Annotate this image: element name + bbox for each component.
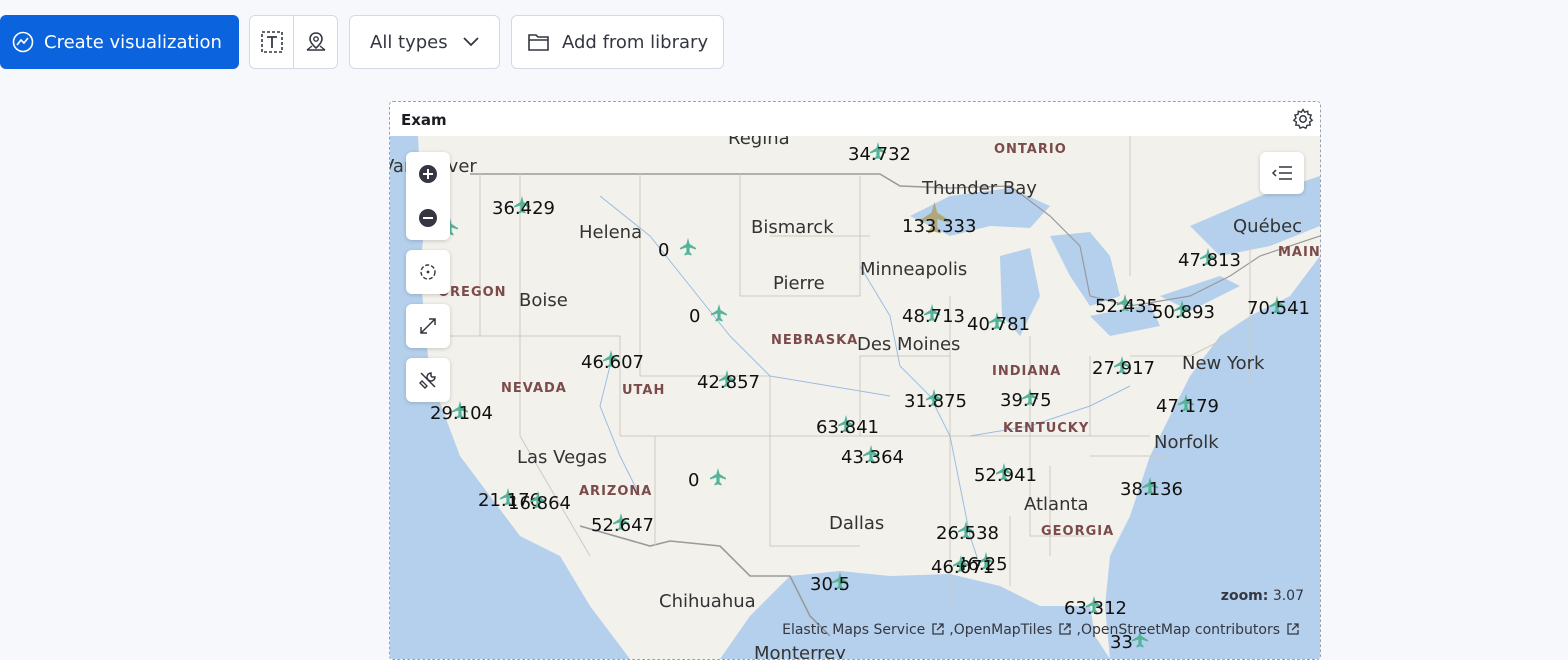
marker-value: 46.607 (581, 352, 644, 373)
city-label: New York (1182, 353, 1265, 374)
external-link-icon (931, 622, 945, 636)
add-from-library-label: Add from library (562, 31, 709, 53)
map-pin-icon[interactable] (293, 16, 337, 68)
folder-icon (528, 32, 550, 52)
marker-value: 0 (689, 306, 701, 327)
marker-value: 26.538 (936, 523, 999, 544)
crosshair-icon (406, 250, 450, 294)
legend-toggle-button[interactable] (1260, 152, 1304, 194)
city-label: Dallas (829, 513, 885, 534)
state-label: GEORGIA (1041, 524, 1115, 539)
city-label: Atlanta (1024, 494, 1089, 515)
marker-value: 31.875 (904, 391, 967, 412)
plus-icon (419, 165, 437, 183)
gear-icon[interactable] (1292, 108, 1314, 130)
city-label: Monterrey (754, 643, 846, 659)
city-label: Norfolk (1154, 432, 1219, 453)
wrench-icon (406, 358, 450, 402)
plane-icon[interactable] (711, 304, 727, 322)
panel-header: Exam (390, 102, 1320, 136)
marker-value: 40.781 (967, 314, 1030, 335)
zoom-controls (406, 152, 450, 240)
marker-value: 133.333 (902, 216, 977, 237)
menu-left-icon (1271, 166, 1292, 180)
marker-value: 38.136 (1120, 479, 1183, 500)
marker-value: 63.312 (1064, 598, 1127, 619)
city-label: Thunder Bay (922, 178, 1037, 199)
marker-value: 16.864 (508, 493, 571, 514)
expand-icon (406, 304, 450, 348)
marker-value: 50.893 (1152, 302, 1215, 323)
all-types-label: All types (370, 31, 448, 53)
state-label: INDIANA (992, 364, 1062, 379)
marker-value: 39.75 (1000, 390, 1052, 411)
marker-value: 43.364 (841, 447, 904, 468)
tools-button[interactable] (406, 358, 450, 402)
city-label: Boise (519, 290, 568, 311)
external-link-icon (1058, 622, 1072, 636)
marker-value: 27.917 (1092, 358, 1155, 379)
marker-value: 63.841 (816, 417, 879, 438)
city-label: Bismarck (751, 217, 834, 238)
map-attribution: Elastic Maps Service , OpenMapTiles , Op… (782, 622, 1304, 638)
state-label: MAINE (1278, 245, 1320, 260)
state-label: ARIZONA (579, 484, 653, 499)
marker-value: 34.732 (848, 144, 911, 165)
create-visualization-button[interactable]: Create visualization (0, 15, 239, 69)
city-label: Chihuahua (659, 591, 756, 612)
marker-value: 46.071 (931, 557, 994, 578)
all-types-dropdown[interactable]: All types (349, 15, 500, 69)
add-from-library-button[interactable]: Add from library (511, 15, 724, 69)
marker-value: 0 (658, 240, 670, 261)
attribution-link[interactable]: OpenStreetMap contributors (1081, 622, 1280, 638)
marker-value: 48.713 (902, 306, 965, 327)
fullscreen-button[interactable] (406, 304, 450, 348)
map-panel: Exam Regina Thunder Bay Helena Bismarck … (389, 101, 1321, 660)
quick-add-group (249, 15, 338, 69)
state-label: ONTARIO (994, 142, 1067, 157)
state-label: NEVADA (501, 381, 567, 396)
plane-icon[interactable] (710, 468, 726, 486)
set-view-button[interactable] (406, 250, 450, 294)
zoom-in-button[interactable] (406, 152, 450, 196)
marker-value: 52.941 (974, 465, 1037, 486)
marker-value: 47.179 (1156, 396, 1219, 417)
marker-value: 36.429 (492, 198, 555, 219)
zoom-label: zoom: (1220, 588, 1269, 604)
state-label: NEBRASKA (771, 333, 859, 348)
zoom-value: 3.07 (1272, 588, 1304, 604)
toolbar: Create visualization All types Add from … (0, 15, 1568, 69)
city-label: Québec (1233, 216, 1303, 237)
city-label: Las Vegas (517, 447, 607, 468)
minus-icon (419, 209, 437, 227)
attribution-link[interactable]: Elastic Maps Service (782, 622, 925, 638)
marker-value: 42.857 (697, 372, 760, 393)
city-label: Minneapolis (860, 259, 968, 280)
text-icon[interactable] (250, 16, 293, 68)
zoom-readout: zoom: 3.07 (1221, 588, 1304, 604)
marker-value: 70.541 (1247, 298, 1310, 319)
city-label: Regina (728, 136, 790, 149)
city-label: Des Moines (857, 334, 961, 355)
marker-value: 52.647 (591, 515, 654, 536)
marker-value: 0 (688, 470, 700, 491)
marker-value: 47.813 (1178, 250, 1241, 271)
panel-title: Exam (401, 111, 447, 129)
chevron-down-icon (462, 36, 480, 48)
attribution-link[interactable]: OpenMapTiles (954, 622, 1053, 638)
city-label: Helena (579, 222, 643, 243)
create-visualization-label: Create visualization (44, 31, 222, 53)
marker-value: 30.5 (810, 574, 851, 595)
state-label: UTAH (622, 383, 666, 398)
zoom-out-button[interactable] (406, 196, 450, 240)
marker-value: 29.104 (430, 403, 493, 424)
marker-value: 52.435 (1095, 296, 1158, 317)
state-label: KENTUCKY (1003, 421, 1090, 436)
visualize-icon (12, 31, 34, 53)
external-link-icon (1286, 622, 1300, 636)
plane-icon[interactable] (680, 238, 696, 256)
city-label: Pierre (773, 273, 825, 294)
map-canvas[interactable]: Regina Vancouver Thunder Bay Helena Bism… (390, 136, 1320, 659)
